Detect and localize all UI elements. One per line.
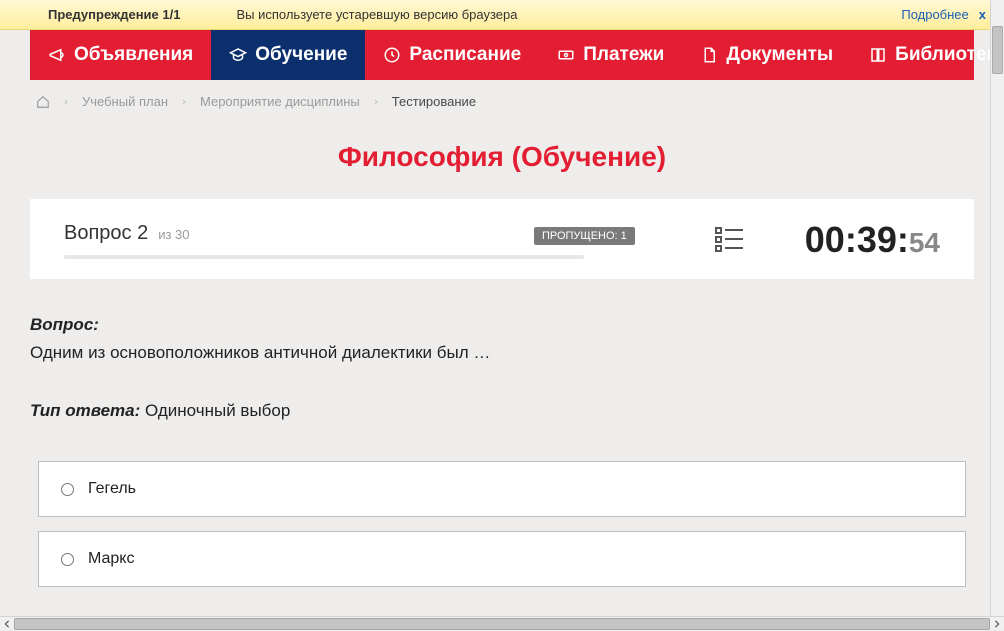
question-list-icon[interactable] xyxy=(715,226,745,254)
chevron-right-icon xyxy=(62,98,70,106)
nav-learning[interactable]: Обучение xyxy=(211,30,365,80)
nav-label: Объявления xyxy=(74,44,193,66)
document-icon xyxy=(700,46,718,64)
scrollbar-thumb[interactable] xyxy=(14,618,990,630)
nav-label: Расписание xyxy=(409,44,521,66)
scroll-left-button[interactable] xyxy=(0,617,14,631)
answer-option[interactable]: Гегель xyxy=(38,461,966,517)
question-text: Одним из основоположников античной диале… xyxy=(30,343,974,363)
page-title: Философия (Обучение) xyxy=(0,141,1004,173)
vertical-scrollbar[interactable] xyxy=(990,0,1004,616)
book-icon xyxy=(869,46,887,64)
option-label: Маркс xyxy=(88,550,134,568)
timer-minutes: 00:39: xyxy=(805,219,909,261)
answer-type-value: Одиночный выбор xyxy=(145,401,290,420)
nav-schedule[interactable]: Расписание xyxy=(365,30,539,80)
home-icon[interactable] xyxy=(36,95,50,109)
answer-option[interactable]: Маркс xyxy=(38,531,966,587)
option-label: Гегель xyxy=(88,480,136,498)
warning-more-link[interactable]: Подробнее xyxy=(901,7,968,22)
breadcrumb-current: Тестирование xyxy=(392,94,476,109)
warning-title: Предупреждение 1/1 xyxy=(48,7,180,22)
warning-bar: Предупреждение 1/1 Вы используете устаре… xyxy=(0,0,1004,30)
scroll-right-button[interactable] xyxy=(990,617,1004,631)
horizontal-scrollbar[interactable] xyxy=(0,616,1004,630)
breadcrumb-study-plan[interactable]: Учебный план xyxy=(82,94,168,109)
nav-label: Документы xyxy=(726,44,833,66)
graduation-cap-icon xyxy=(229,46,247,64)
nav-announcements[interactable]: Объявления xyxy=(30,30,211,80)
nav-payments[interactable]: Платежи xyxy=(539,30,682,80)
clock-icon xyxy=(383,46,401,64)
nav-documents[interactable]: Документы xyxy=(682,30,851,80)
scrollbar-thumb[interactable] xyxy=(992,26,1003,74)
chevron-right-icon xyxy=(372,98,380,106)
question-status-card: Вопрос 2 из 30 ПРОПУЩЕНО: 1 00:39:54 xyxy=(30,199,974,279)
question-number: Вопрос 2 xyxy=(64,222,148,245)
question-heading: Вопрос: xyxy=(30,315,974,335)
answer-type-label: Тип ответа: xyxy=(30,401,140,420)
warning-message: Вы используете устаревшую версию браузер… xyxy=(236,7,901,22)
scrollbar-track[interactable] xyxy=(14,617,990,631)
megaphone-icon xyxy=(48,46,66,64)
answer-radio[interactable] xyxy=(61,553,74,566)
question-total: из 30 xyxy=(158,227,189,242)
answer-type-line: Тип ответа: Одиночный выбор xyxy=(30,401,974,421)
warning-close-button[interactable]: x xyxy=(979,7,986,22)
chevron-right-icon xyxy=(180,98,188,106)
breadcrumb: Учебный план Мероприятие дисциплины Тест… xyxy=(0,80,1004,119)
progress-bar xyxy=(64,255,584,259)
banknote-icon xyxy=(557,46,575,64)
timer-seconds: 54 xyxy=(909,227,940,259)
nav-label: Платежи xyxy=(583,44,664,66)
nav-label: Библиотека xyxy=(895,44,1004,66)
timer: 00:39:54 xyxy=(805,219,940,261)
answer-radio[interactable] xyxy=(61,483,74,496)
nav-label: Обучение xyxy=(255,44,347,66)
main-nav: Объявления Обучение Расписание Платежи Д… xyxy=(30,30,974,80)
skipped-badge: ПРОПУЩЕНО: 1 xyxy=(534,227,635,245)
breadcrumb-event[interactable]: Мероприятие дисциплины xyxy=(200,94,360,109)
nav-library[interactable]: Библиотека xyxy=(851,30,1004,80)
